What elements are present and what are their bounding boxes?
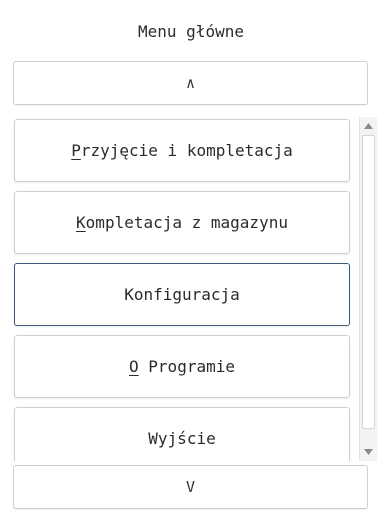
vertical-scrollbar[interactable]: [359, 117, 377, 461]
page-down-button[interactable]: V: [13, 465, 368, 509]
menu-item-wyjscie[interactable]: Wyjście: [14, 407, 350, 461]
scrollbar-thumb[interactable]: [362, 135, 375, 429]
menu-item-label: rzyjęcie i kompletacja: [80, 141, 293, 160]
menu-item-label: Programie: [138, 357, 235, 376]
menu-title: Menu główne: [138, 22, 244, 41]
menu-item-kompletacja-z-magazynu[interactable]: Kompletacja z magazynu: [14, 191, 350, 254]
menu-item-mnemonic: K: [76, 213, 86, 232]
triangle-down-icon[interactable]: [360, 445, 377, 459]
menu-item-mnemonic: O: [129, 357, 139, 376]
menu-item-mnemonic: P: [71, 141, 81, 160]
menu-item-label: ompletacja z magazynu: [85, 213, 288, 232]
triangle-up-icon[interactable]: [360, 119, 377, 133]
menu-item-label: Wyjście: [148, 429, 216, 448]
menu-item-label: Konfiguracja: [124, 285, 240, 304]
menu-item-konfiguracja[interactable]: Konfiguracja: [14, 263, 350, 326]
menu-item-przyjecie-i-kompletacja[interactable]: Przyjęcie i kompletacja: [14, 119, 350, 182]
menu-list: Przyjęcie i kompletacja Kompletacja z ma…: [13, 117, 382, 461]
page-up-button[interactable]: ∧: [13, 61, 368, 105]
menu-item-o-programie[interactable]: O Programie: [14, 335, 350, 398]
